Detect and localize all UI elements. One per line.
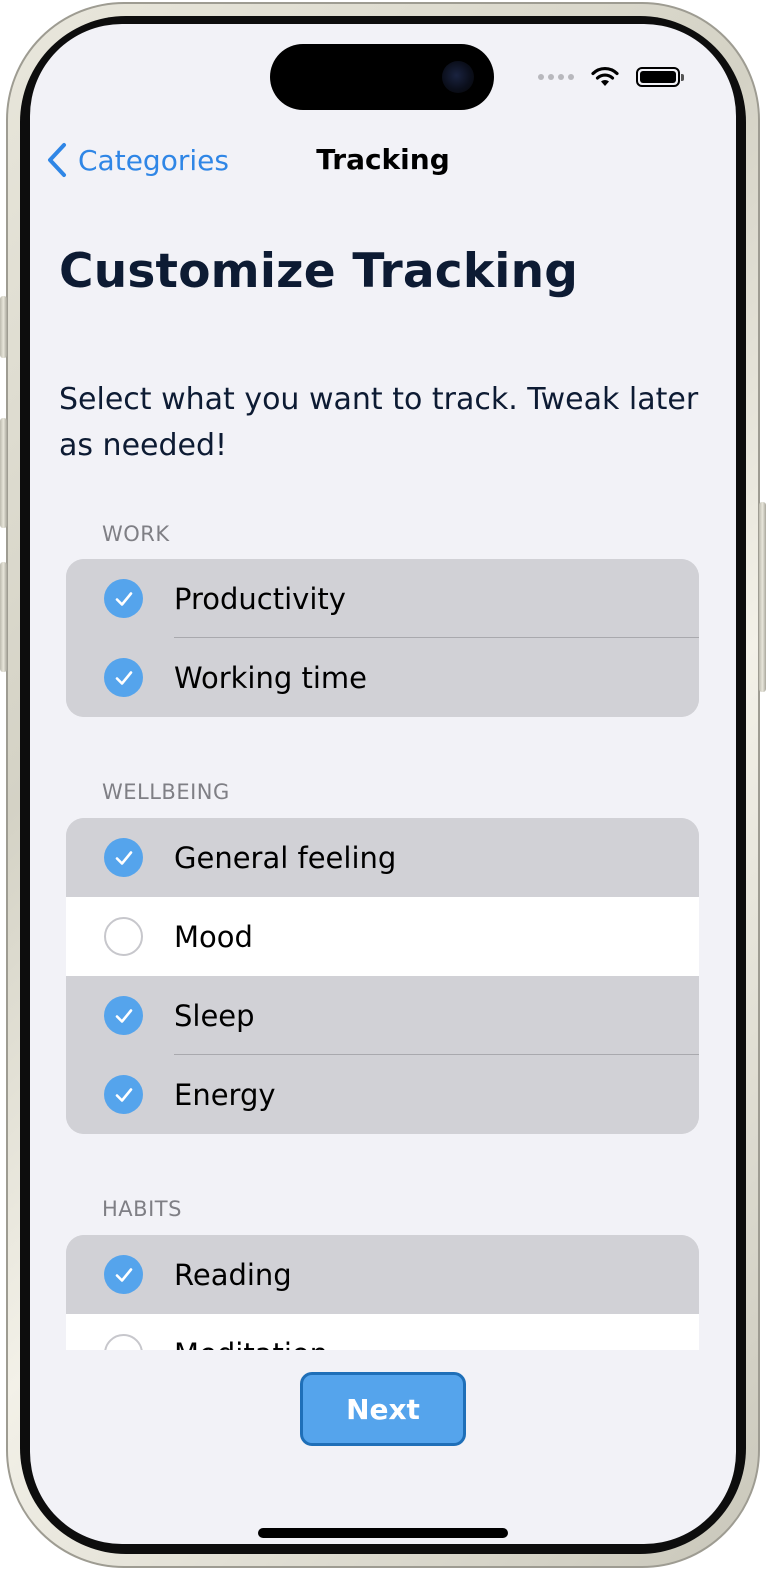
scroll-content[interactable]: Customize Tracking Select what you want … <box>30 24 736 1350</box>
empty-circle-icon <box>104 917 143 956</box>
checkmark-circle-icon <box>104 579 143 618</box>
option-label: General feeling <box>174 840 397 875</box>
section-list-wellbeing: General feeling Mood Sleep Energy <box>66 818 699 1134</box>
option-label: Sleep <box>174 998 255 1033</box>
checkmark-circle-icon <box>104 996 143 1035</box>
checkmark-circle-icon <box>104 1075 143 1114</box>
option-label: Reading <box>174 1257 292 1292</box>
next-button[interactable]: Next <box>300 1372 466 1446</box>
option-sleep[interactable]: Sleep <box>66 976 699 1055</box>
page-subtitle: Select what you want to track. Tweak lat… <box>59 382 699 463</box>
volume-up-button <box>0 418 7 528</box>
section-header-work: WORK <box>102 522 170 546</box>
option-general-feeling[interactable]: General feeling <box>66 818 699 897</box>
section-list-habits: Reading Meditation <box>66 1235 699 1350</box>
volume-down-button <box>0 562 7 672</box>
checkmark-circle-icon <box>104 838 143 877</box>
option-label: Working time <box>174 660 368 695</box>
section-header-habits: HABITS <box>102 1197 182 1221</box>
option-label: Mood <box>174 919 253 954</box>
app-screen: Categories Tracking Customize Tracking S… <box>30 24 736 1544</box>
checkmark-circle-icon <box>104 658 143 697</box>
option-meditation[interactable]: Meditation <box>66 1314 699 1350</box>
option-label: Productivity <box>174 581 346 616</box>
option-reading[interactable]: Reading <box>66 1235 699 1314</box>
home-indicator[interactable] <box>258 1528 508 1538</box>
empty-circle-icon <box>104 1334 143 1350</box>
section-list-work: Productivity Working time <box>66 559 699 717</box>
section-header-wellbeing: WELLBEING <box>102 780 230 804</box>
power-button <box>759 502 766 692</box>
option-energy[interactable]: Energy <box>66 1055 699 1134</box>
page-title: Customize Tracking <box>59 244 579 299</box>
option-label: Meditation <box>174 1337 328 1351</box>
option-mood[interactable]: Mood <box>66 897 699 976</box>
option-label: Energy <box>174 1077 276 1112</box>
action-button <box>0 296 7 358</box>
option-working-time[interactable]: Working time <box>66 638 699 717</box>
checkmark-circle-icon <box>104 1255 143 1294</box>
option-productivity[interactable]: Productivity <box>66 559 699 638</box>
